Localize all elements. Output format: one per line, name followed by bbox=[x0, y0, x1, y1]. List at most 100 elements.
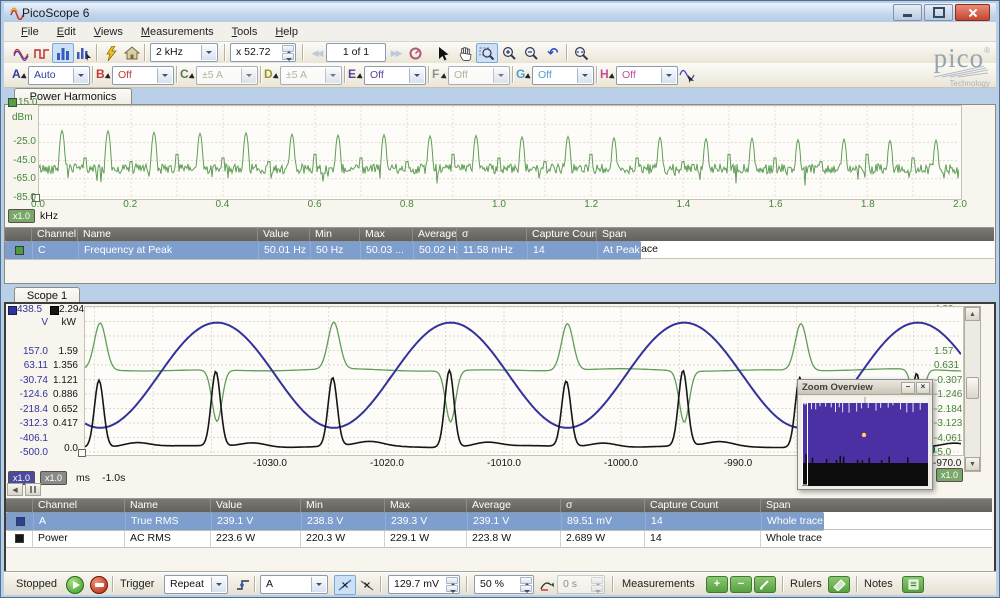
voltage-y-tick: -218.4 bbox=[19, 403, 48, 415]
scroll-left-button[interactable]: ◀ bbox=[7, 483, 23, 496]
zoom-factor-spinner[interactable]: x 52.72 bbox=[230, 43, 296, 62]
scroll-thumb[interactable] bbox=[966, 377, 979, 399]
cell: 50.01 Hz bbox=[258, 242, 310, 259]
next-buffer-icon[interactable]: ▶▶ bbox=[386, 43, 405, 63]
pointer-tool-icon[interactable] bbox=[432, 43, 454, 63]
chevron-down-icon[interactable] bbox=[577, 68, 592, 83]
chevron-down-icon[interactable] bbox=[157, 68, 172, 83]
harmonics-measurements-table: Channel Name Value Min Max Average σ Capture Co… bbox=[5, 227, 994, 260]
add-measurement-button[interactable]: + bbox=[706, 576, 728, 593]
current-scale-chip[interactable]: x1.0 bbox=[936, 468, 964, 482]
channel-A-range-select[interactable]: Auto bbox=[28, 66, 90, 85]
header-cell: Average bbox=[466, 499, 560, 512]
channel-color-swatch bbox=[14, 246, 24, 255]
channel-D-range-select[interactable]: ±5 A bbox=[280, 66, 342, 85]
persistence-view-icon[interactable] bbox=[31, 43, 53, 63]
zoom-full-icon[interactable] bbox=[571, 43, 593, 63]
edit-measurement-button[interactable] bbox=[754, 576, 776, 593]
current-y-tick: -4.061 bbox=[934, 432, 963, 444]
table-row[interactable]: Power AC RMS 223.6 W 220.3 W 229.1 W 223.8 W2… bbox=[6, 530, 992, 548]
chevron-down-icon[interactable] bbox=[211, 577, 226, 592]
zoom-overview-close-icon[interactable]: × bbox=[916, 382, 930, 394]
spin-up-icon[interactable] bbox=[520, 577, 532, 586]
zoom-overview-window[interactable]: Zoom Overview – × bbox=[797, 379, 933, 490]
channel-G-range-select[interactable]: Off bbox=[532, 66, 594, 85]
header-cell: Value bbox=[257, 228, 309, 241]
power-scale-chip[interactable]: x1.0 bbox=[40, 471, 68, 485]
spectrum-options-icon[interactable] bbox=[73, 43, 95, 63]
hand-tool-icon[interactable] bbox=[454, 43, 476, 63]
notes-button[interactable] bbox=[902, 576, 924, 593]
chevron-down-icon[interactable] bbox=[241, 68, 256, 83]
chevron-down-icon[interactable] bbox=[201, 45, 216, 60]
chevron-down-icon[interactable] bbox=[409, 68, 424, 83]
menu-item-measurements[interactable]: Measurements bbox=[132, 24, 223, 40]
stop-button[interactable] bbox=[90, 576, 108, 594]
spin-down-icon[interactable] bbox=[520, 585, 532, 593]
zoom-overview-plot[interactable] bbox=[802, 397, 928, 486]
time-offset-spinner[interactable]: 0 s bbox=[557, 575, 605, 594]
prev-buffer-icon[interactable]: ◀◀ bbox=[307, 43, 326, 63]
table-row[interactable]: C Frequency at Peak 50.01 Hz 50 Hz 50.03 ...… bbox=[5, 241, 641, 260]
menu-item-tools[interactable]: Tools bbox=[223, 24, 267, 40]
maximize-button[interactable] bbox=[924, 4, 953, 21]
menu-item-file[interactable]: File bbox=[12, 24, 48, 40]
close-button[interactable] bbox=[955, 4, 990, 21]
home-icon[interactable] bbox=[121, 43, 143, 63]
scope-view-icon[interactable] bbox=[10, 43, 32, 63]
buffer-overview-icon[interactable] bbox=[405, 43, 425, 63]
zoom-in-icon[interactable] bbox=[498, 43, 520, 63]
minimize-button[interactable] bbox=[893, 4, 922, 21]
trigger-dropout-icon[interactable] bbox=[356, 575, 378, 595]
chevron-down-icon[interactable] bbox=[325, 68, 340, 83]
channel-H-range-select[interactable]: Off bbox=[616, 66, 678, 85]
channel-C-range-select[interactable]: ±5 A bbox=[196, 66, 258, 85]
zoom-overview-minimize-icon[interactable]: – bbox=[901, 382, 915, 394]
chevron-down-icon[interactable] bbox=[493, 68, 508, 83]
spin-down-icon[interactable] bbox=[282, 53, 294, 61]
auto-setup-icon[interactable] bbox=[100, 43, 122, 63]
start-button[interactable] bbox=[66, 576, 84, 594]
spectrum-range-select[interactable]: 2 kHz bbox=[150, 43, 218, 62]
trigger-mode-select[interactable]: Repeat bbox=[164, 575, 228, 594]
table-row[interactable]: A True RMS 239.1 V 238.8 V 239.3 V 239.1 V 89.… bbox=[6, 512, 825, 531]
row-indicator bbox=[6, 246, 32, 255]
marquee-zoom-tool-icon[interactable] bbox=[476, 43, 498, 63]
menu-item-help[interactable]: Help bbox=[266, 24, 307, 40]
zoom-out-icon[interactable] bbox=[520, 43, 542, 63]
zoom-overview-titlebar[interactable]: Zoom Overview – × bbox=[798, 380, 932, 395]
scope-scrollbar[interactable]: ▲ ▼ bbox=[964, 306, 981, 472]
tab-scope-1[interactable]: Scope 1 bbox=[14, 287, 80, 303]
scope-ruler-handle[interactable] bbox=[78, 449, 86, 457]
chevron-down-icon[interactable] bbox=[73, 68, 88, 83]
probe-setup-icon[interactable] bbox=[676, 65, 698, 85]
titlebar[interactable]: PicoScope 6 bbox=[4, 3, 996, 22]
channel-E-range-select[interactable]: Off bbox=[364, 66, 426, 85]
spectrum-view-icon[interactable] bbox=[52, 43, 74, 63]
trigger-level-spinner[interactable]: 129.7 mV bbox=[388, 575, 460, 594]
channel-F-range-select[interactable]: Off bbox=[448, 66, 510, 85]
pretrigger-spinner[interactable]: 50 % bbox=[474, 575, 534, 594]
power-y-tick: 0.652 bbox=[52, 403, 78, 415]
splitter-grip-button[interactable] bbox=[25, 483, 41, 496]
rising-edge-icon[interactable] bbox=[232, 575, 254, 595]
menu-item-views[interactable]: Views bbox=[85, 24, 132, 40]
spin-up-icon[interactable] bbox=[446, 577, 458, 586]
channel-B-range-select[interactable]: Off bbox=[112, 66, 174, 85]
remove-measurement-button[interactable]: − bbox=[730, 576, 752, 593]
spectrum-x-scale-chip[interactable]: x1.0 bbox=[8, 209, 36, 223]
scroll-up-icon[interactable]: ▲ bbox=[965, 307, 980, 321]
channel-D-label: D bbox=[264, 67, 273, 81]
voltage-y-tick: -312.3 bbox=[19, 418, 48, 429]
trigger-source-select[interactable]: A bbox=[260, 575, 328, 594]
rulers-button[interactable] bbox=[828, 576, 850, 593]
chevron-down-icon[interactable] bbox=[661, 68, 676, 83]
undo-zoom-icon[interactable]: ↶ bbox=[542, 43, 564, 63]
trigger-marker-icon[interactable] bbox=[334, 575, 356, 595]
time-offset-arrow-icon[interactable] bbox=[536, 575, 558, 595]
spin-up-icon[interactable] bbox=[282, 45, 294, 54]
spin-down-icon[interactable] bbox=[446, 585, 458, 593]
chevron-down-icon[interactable] bbox=[311, 577, 326, 592]
buffer-position-box[interactable]: 1 of 1 bbox=[326, 43, 386, 62]
menu-item-edit[interactable]: Edit bbox=[48, 24, 85, 40]
